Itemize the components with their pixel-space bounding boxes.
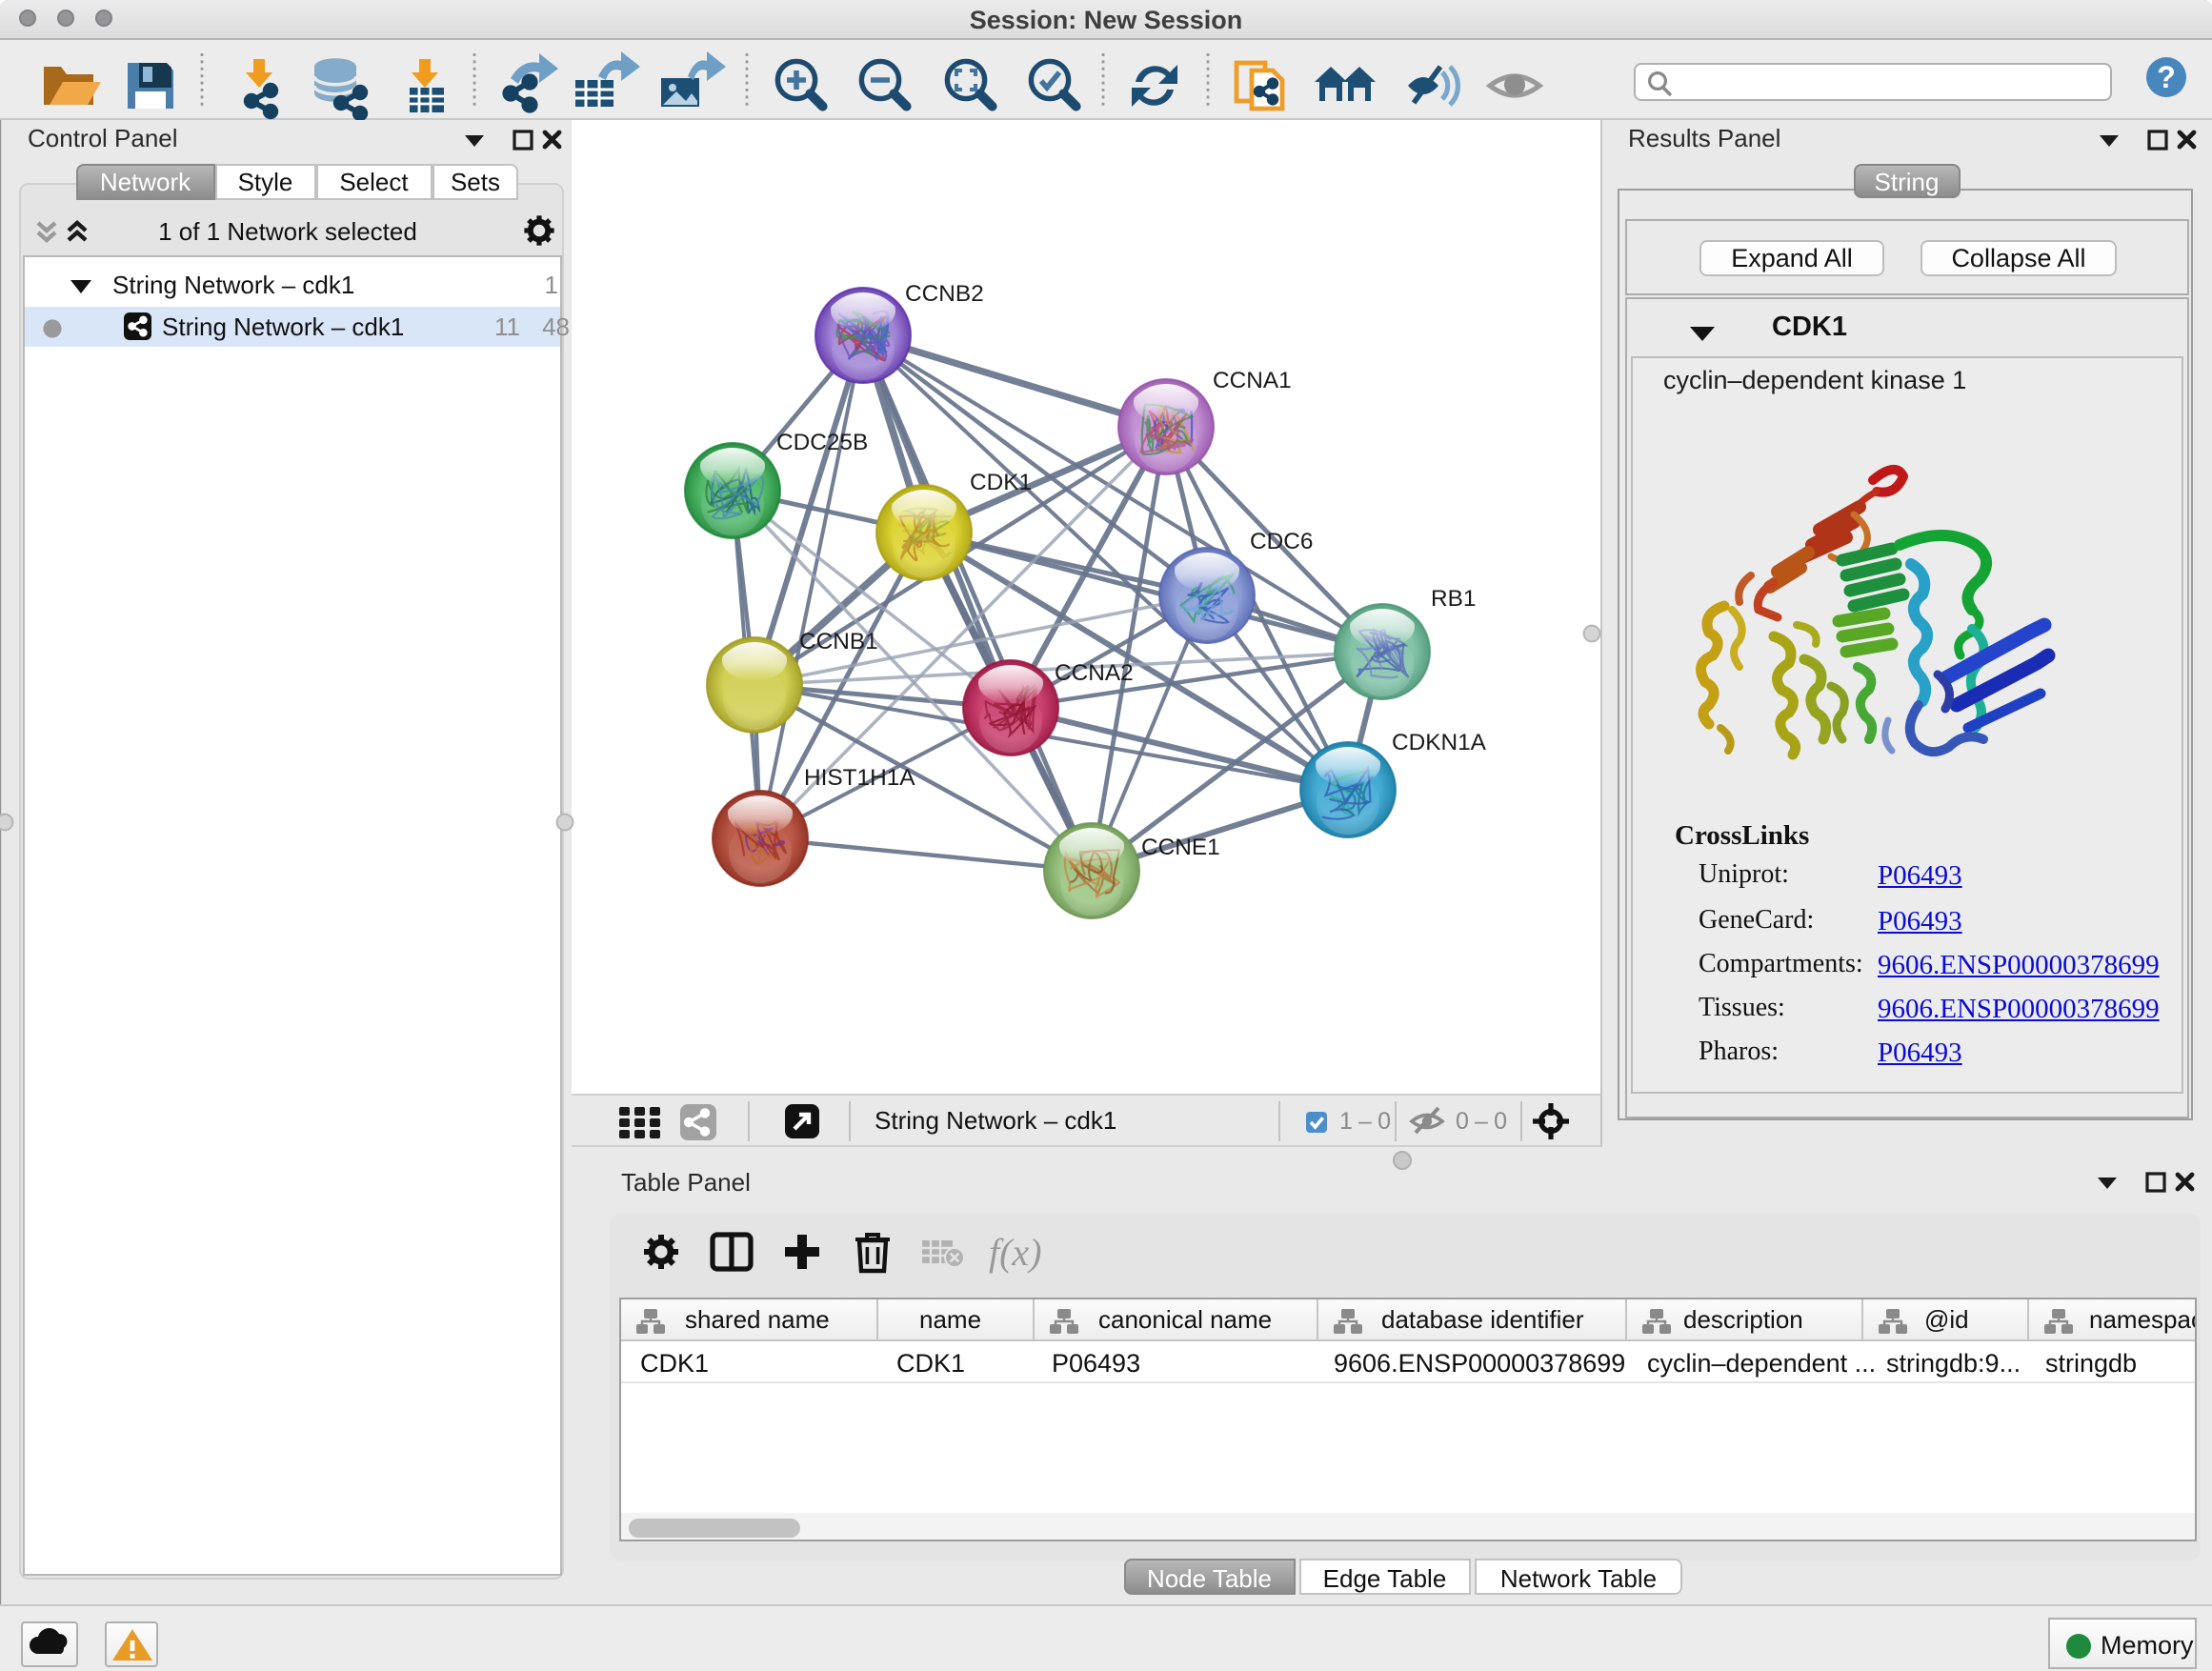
- svg-text:RB1: RB1: [1431, 586, 1476, 612]
- svg-text:1 – 0: 1 – 0: [1339, 1108, 1391, 1135]
- svg-text:String Network – cdk1: String Network – cdk1: [875, 1106, 1116, 1135]
- svg-text:f(x): f(x): [988, 1231, 1041, 1274]
- svg-text:HIST1H1A: HIST1H1A: [804, 765, 915, 791]
- svg-text:CCNE1: CCNE1: [1141, 835, 1220, 860]
- svg-text:?: ?: [2157, 59, 2176, 93]
- svg-text:CCNB1: CCNB1: [799, 629, 878, 654]
- svg-text:CCNA2: CCNA2: [1055, 660, 1134, 686]
- svg-text:CCNB2: CCNB2: [905, 281, 984, 307]
- svg-text:CDK1: CDK1: [970, 470, 1032, 495]
- svg-text:0 – 0: 0 – 0: [1456, 1108, 1507, 1135]
- svg-text:CDC6: CDC6: [1250, 529, 1313, 554]
- svg-text:CDKN1A: CDKN1A: [1392, 730, 1487, 755]
- svg-text:CDC25B: CDC25B: [776, 430, 868, 455]
- svg-text:CCNA1: CCNA1: [1213, 368, 1292, 393]
